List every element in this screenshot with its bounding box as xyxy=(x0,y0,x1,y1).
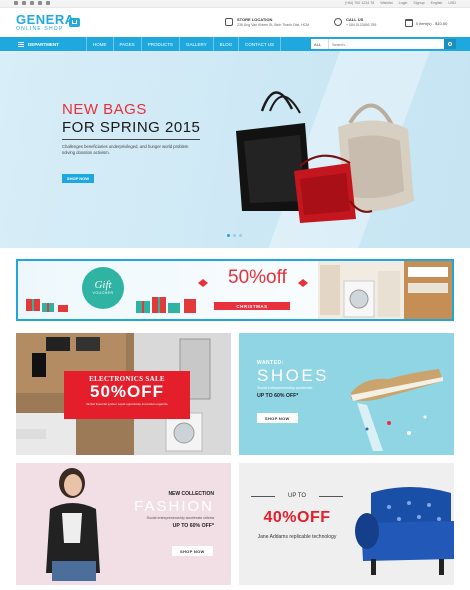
building-icon xyxy=(225,18,233,26)
fashion-label: NEW COLLECTION xyxy=(168,491,214,497)
gift-title: Gift xyxy=(94,279,112,291)
logo-title: GENERA xyxy=(16,12,75,27)
social-links xyxy=(14,1,50,5)
nav-item-home[interactable]: HOME xyxy=(86,37,113,51)
sofa-image xyxy=(355,487,454,575)
search-button[interactable] xyxy=(444,39,456,49)
slider-dot[interactable] xyxy=(227,234,230,237)
gift-voucher-badge: Gift VOUCHER xyxy=(82,267,124,309)
top-bar: (+84) 700 1234 78 Wishlist Login Signup … xyxy=(0,0,470,8)
nav-menu: HOME PAGES PRODUCTS GALLERY BLOG CONTACT… xyxy=(86,37,281,51)
search-icon xyxy=(448,42,452,46)
phone-number: (+84) 700 1234 78 xyxy=(344,1,375,5)
language-select[interactable]: English xyxy=(431,1,443,6)
fashion-title: FASHION xyxy=(134,498,214,515)
nav-item-gallery[interactable]: GALLERY xyxy=(178,37,213,51)
fashion-subtitle: Social entrepreneurship accelerate crite… xyxy=(146,516,214,520)
fashion-shop-now-button[interactable]: SHOP NOW xyxy=(172,546,213,556)
search-category-select[interactable]: ALL xyxy=(311,39,329,49)
christmas-promo-banner[interactable]: Gift VOUCHER 50%off CHRISTMAS xyxy=(16,259,454,321)
call-us: CALL US + 084 0123456 789 xyxy=(334,17,376,28)
shopping-bag-icon xyxy=(405,19,413,27)
google-icon[interactable] xyxy=(30,1,34,5)
facebook-icon[interactable] xyxy=(14,1,18,5)
instagram-icon[interactable] xyxy=(38,1,42,5)
hamburger-icon xyxy=(18,41,24,47)
handbags-image xyxy=(236,91,414,223)
laundry-room-image xyxy=(318,261,452,319)
promo-christmas-label: CHRISTMAS xyxy=(214,302,290,310)
slider-dots xyxy=(227,234,242,237)
store-address: 236 Ung Van Khiem St, Binh Thanh Dist, H… xyxy=(237,23,310,27)
call-number: + 084 0123456 789 xyxy=(346,23,377,27)
shoes-subtitle: Social entrepreneurship accelerate xyxy=(257,386,313,390)
login-link[interactable]: Login xyxy=(399,1,408,6)
electronics-sale-banner[interactable]: ELECTRONICS SALE 50%OFF Global financial… xyxy=(16,333,231,455)
logo-bag-icon xyxy=(69,18,80,27)
electronics-description: Global financial system equal opportunit… xyxy=(86,402,168,406)
youtube-icon[interactable] xyxy=(46,1,50,5)
nav-item-products[interactable]: PRODUCTS xyxy=(140,37,179,51)
top-links: (+84) 700 1234 78 Wishlist Login Signup … xyxy=(345,1,456,6)
logo[interactable]: GENERA ONLINE SHOP xyxy=(16,12,80,32)
shoes-discount: UP TO 60% OFF* xyxy=(257,393,299,399)
twitter-icon[interactable] xyxy=(22,1,26,5)
slider-dot[interactable] xyxy=(233,234,236,237)
currency-select[interactable]: USD xyxy=(448,1,456,6)
department-menu-button[interactable]: DEPARTMENT xyxy=(14,37,84,51)
main-nav: DEPARTMENT HOME PAGES PRODUCTS GALLERY B… xyxy=(0,37,470,51)
promo-percent: 50%off xyxy=(228,267,287,288)
wishlist-link[interactable]: Wishlist xyxy=(380,1,392,6)
signup-link[interactable]: Signup xyxy=(413,1,424,6)
electronics-percent: 50%OFF xyxy=(89,382,165,401)
nav-item-contact[interactable]: CONTACT US xyxy=(238,37,281,51)
cart-button[interactable]: 0 item(s) - $10.00 xyxy=(405,19,447,27)
sofa-banner[interactable]: UP TO 40%OFF Jane Addams replicable tech… xyxy=(239,463,454,585)
department-label: DEPARTMENT xyxy=(28,41,59,47)
hero-slider: NEW BAGS FOR SPRING 2015 Challenges bene… xyxy=(0,51,470,248)
shoes-shop-now-button[interactable]: SHOP NOW xyxy=(257,413,298,423)
slider-dot[interactable] xyxy=(239,234,242,237)
store-location: STORE LOCATION 236 Ung Van Khiem St, Bin… xyxy=(225,17,309,28)
nav-item-pages[interactable]: PAGES xyxy=(112,37,141,51)
search-bar: ALL xyxy=(311,39,456,49)
cart-summary: 0 item(s) - $10.00 xyxy=(416,20,448,26)
shoes-title: SHOES xyxy=(257,366,330,385)
phone-icon xyxy=(334,18,342,26)
nav-item-blog[interactable]: BLOG xyxy=(212,37,239,51)
site-header: GENERA ONLINE SHOP STORE LOCATION 236 Un… xyxy=(0,9,470,36)
gift-subtitle: VOUCHER xyxy=(92,291,114,295)
electronics-sale-box: ELECTRONICS SALE 50%OFF Global financial… xyxy=(64,371,190,419)
fashion-discount: UP TO 60% OFF* xyxy=(172,523,214,529)
fashion-banner[interactable]: NEW COLLECTION FASHION Social entreprene… xyxy=(16,463,231,585)
search-input[interactable] xyxy=(329,39,444,49)
shoes-banner[interactable]: WANTED: SHOES Social entrepreneurship ac… xyxy=(239,333,454,455)
